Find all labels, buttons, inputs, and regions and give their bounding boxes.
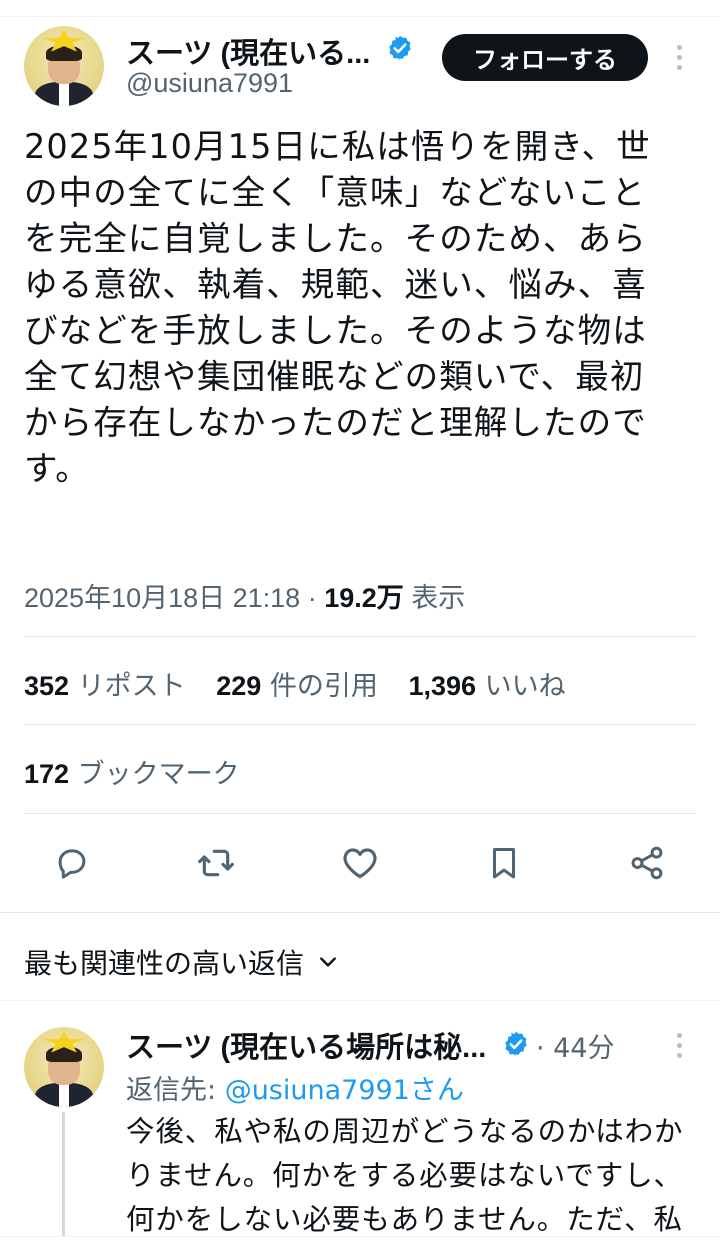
reply-text-line: りません。何かをする必要はないですし、 (126, 1159, 683, 1192)
top-divider (0, 16, 720, 17)
divider (24, 724, 696, 725)
reply-button[interactable] (52, 843, 92, 883)
share-icon (631, 846, 663, 880)
tweet-text-line: を完全に自覚しました。そのため、あら (24, 219, 647, 258)
tweet-text-line: 2025年10月15日に私は悟りを開き、世 (24, 127, 651, 166)
reply-to-handle[interactable]: @usiuna7991さん (225, 1075, 464, 1106)
thread-line (62, 1112, 65, 1237)
likes-label: いいね (484, 671, 566, 702)
tweet-text-line: ゆる意欲、執着、規範、迷い、悩み、喜 (24, 265, 647, 304)
like-button[interactable] (340, 843, 380, 883)
reply-sort-dropdown[interactable]: 最も関連性の高い返信 (24, 942, 338, 982)
reply-timestamp[interactable]: · 44分 (536, 1026, 615, 1065)
quotes-label: 件の引用 (269, 671, 378, 702)
reply-author-name[interactable]: スーツ (現在いる場所は秘... (126, 1024, 486, 1066)
share-button[interactable] (627, 843, 667, 883)
reposts-stat[interactable]: 352 リポスト (24, 671, 186, 702)
reply-author-avatar[interactable] (24, 1027, 104, 1107)
like-icon (343, 848, 377, 879)
tweet-text-line: 全て幻想や集団催眠などの類いで、最初 (24, 357, 645, 396)
quotes-stat[interactable]: 229 件の引用 (216, 671, 378, 702)
engagement-stats: 352 リポスト 229 件の引用 1,396 いいね (24, 664, 588, 703)
divider (24, 636, 696, 637)
divider (0, 1000, 720, 1001)
bookmarks-count: 172 (24, 759, 70, 789)
reply-to-prefix: 返信先: (126, 1075, 225, 1106)
retweet-button[interactable] (196, 843, 236, 883)
verified-badge-icon (389, 35, 411, 61)
author-avatar[interactable] (24, 26, 104, 106)
more-options-icon[interactable] (677, 45, 682, 70)
tweet-meta: 2025年10月18日 21:18 · 19.2万 表示 (24, 576, 465, 615)
verified-badge-icon (505, 1031, 527, 1057)
chevron-down-icon (320, 957, 336, 967)
tweet-text-line: の中の全てに全く「意味」などないこと (24, 173, 647, 212)
bookmarks-stat[interactable]: 172 ブックマーク (24, 752, 240, 791)
author-handle[interactable]: @usiuna7991 (126, 68, 293, 99)
reposts-label: リポスト (77, 671, 186, 702)
reply-text-line: 今後、私や私の周辺がどうなるのかはわか (126, 1115, 684, 1148)
bookmarks-label: ブックマーク (77, 759, 240, 790)
meta-separator: · (300, 583, 325, 613)
reply-sort-label: 最も関連性の高い返信 (24, 947, 305, 980)
tweet-text-line: びなどを手放しました。そのような物は (24, 311, 647, 350)
reposts-count: 352 (24, 671, 70, 701)
reply-to-line: 返信先: @usiuna7991さん (126, 1068, 464, 1107)
retweet-icon (198, 849, 234, 877)
quotes-count: 229 (216, 671, 262, 701)
author-display-name[interactable]: スーツ (現在いる... (126, 30, 370, 72)
tweet-text: 2025年10月15日に私は悟りを開き、世 の中の全てに全く「意味」などないこと… (24, 124, 704, 492)
view-count[interactable]: 19.2万 (324, 583, 404, 613)
follow-button[interactable]: フォローする (442, 34, 648, 81)
bookmark-icon (492, 848, 516, 879)
tweet-text-line: から存在しなかったのだと理解したので (24, 403, 647, 442)
divider (24, 813, 696, 814)
likes-stat[interactable]: 1,396 いいね (409, 671, 566, 702)
tweet-text-line: す。 (24, 449, 90, 488)
bookmark-button[interactable] (484, 843, 524, 883)
likes-count: 1,396 (408, 671, 477, 701)
tweet-timestamp[interactable]: 2025年10月18日 21:18 (24, 583, 300, 613)
reply-more-options-icon[interactable] (677, 1033, 682, 1058)
reply-icon (58, 849, 86, 879)
bottom-divider (0, 1236, 720, 1237)
section-divider (0, 912, 720, 913)
view-label: 表示 (403, 583, 466, 613)
reply-text: 今後、私や私の周辺がどうなるのかはわか りません。何かをする必要はないですし、 … (126, 1110, 706, 1242)
